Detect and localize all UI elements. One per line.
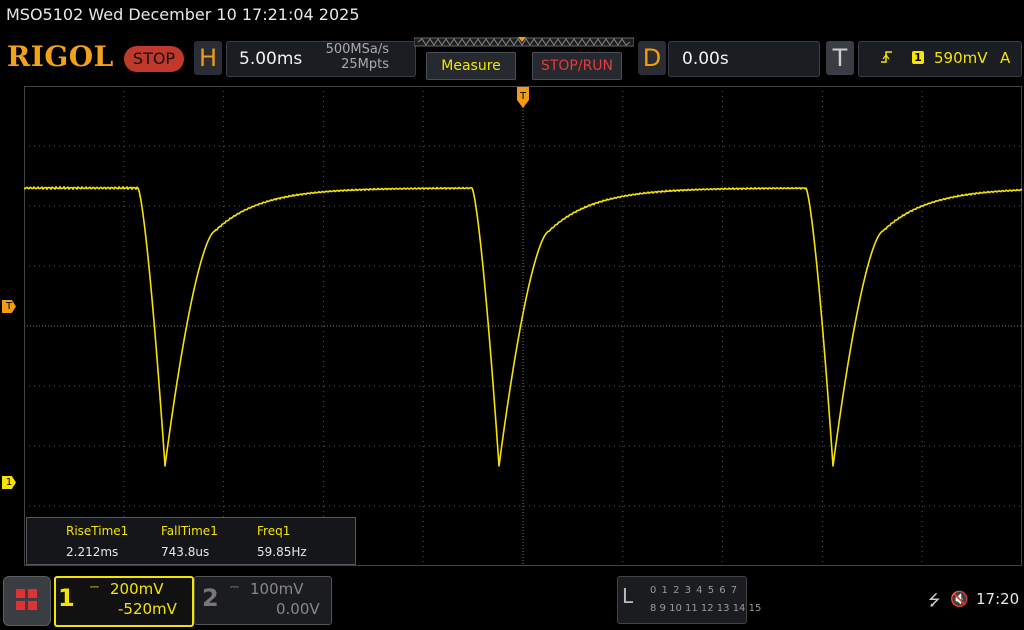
- stop-run-button[interactable]: STOP/RUN: [532, 52, 622, 80]
- measure-value: 2.212ms: [66, 545, 119, 559]
- trigger-position-marker[interactable]: T: [516, 86, 530, 110]
- horizontal-tag[interactable]: H: [194, 41, 222, 75]
- dc-coupling-icon: ⎓: [90, 580, 99, 593]
- measure-header: RiseTime1: [66, 524, 129, 538]
- trigger-mode: A: [1000, 49, 1011, 67]
- delay-value: 0.00s: [682, 49, 729, 69]
- sample-rate: 500MSa/s: [325, 42, 389, 57]
- logic-analyzer-panel[interactable]: [617, 576, 747, 624]
- measure-header: FallTime1: [161, 524, 218, 538]
- dc-coupling-icon: ⎓: [230, 580, 239, 593]
- speaker-muted-icon[interactable]: 🔇: [950, 590, 969, 608]
- channel2-offset: 0.00V: [276, 600, 320, 618]
- trigger-level-marker[interactable]: T: [2, 300, 16, 313]
- measure-value: 743.8us: [161, 545, 210, 559]
- rising-edge-icon: [880, 49, 894, 69]
- channel1-offset: -520mV: [118, 600, 177, 618]
- system-clock: 17:20: [976, 590, 1020, 608]
- channel1-scale: 200mV: [110, 580, 164, 598]
- channel2-number: 2: [202, 584, 219, 612]
- trigger-source-badge: 1: [912, 51, 924, 64]
- measure-button[interactable]: Measure: [426, 52, 516, 80]
- run-state-badge[interactable]: STOP: [124, 46, 184, 72]
- timebase-value: 5.00ms: [239, 49, 303, 69]
- grid-menu-icon: [16, 589, 37, 610]
- memory-position-bar[interactable]: [414, 37, 634, 47]
- svg-text:T: T: [519, 91, 527, 102]
- measure-header: Freq1: [257, 524, 291, 538]
- trigger-tag[interactable]: T: [826, 41, 854, 75]
- usb-icon[interactable]: ⭍: [928, 590, 941, 615]
- digital-channels-high: 8 9 10 11 12 13 14 15: [650, 603, 762, 614]
- device-title: MSO5102 Wed December 10 17:21:04 2025: [6, 5, 360, 24]
- waveform-display[interactable]: [24, 86, 1022, 566]
- channel1-ground-marker[interactable]: 1: [2, 476, 16, 489]
- logic-analyzer-tag: L: [622, 584, 634, 608]
- memory-depth: 25Mpts: [341, 57, 389, 72]
- measure-value: 59.85Hz: [257, 545, 307, 559]
- acquisition-info: 500MSa/s 25Mpts: [300, 42, 389, 72]
- channel1-number: 1: [58, 584, 75, 612]
- measurement-panel[interactable]: RiseTime1 FallTime1 Freq1 2.212ms 743.8u…: [26, 517, 356, 565]
- rigol-logo: RIGOL: [7, 40, 114, 73]
- channel2-scale: 100mV: [250, 580, 304, 598]
- digital-channels-low: 0 1 2 3 4 5 6 7: [650, 585, 739, 596]
- delay-tag[interactable]: D: [638, 41, 666, 75]
- main-menu-button[interactable]: [3, 576, 51, 626]
- trigger-level: 590mV: [934, 49, 988, 67]
